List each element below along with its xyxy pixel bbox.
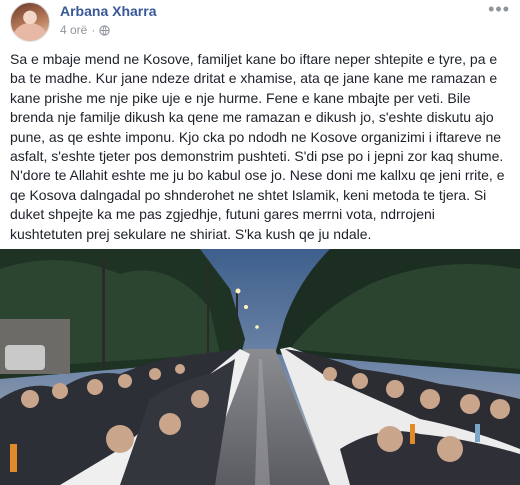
meta-separator: · [91,23,96,37]
globe-icon[interactable] [99,24,110,36]
post-photo[interactable] [0,249,520,485]
post-header: Arbana Xharra 4 orë · ••• [0,0,520,44]
post-text: Sa e mbaje mend ne Kosove, familjet kane… [10,51,505,242]
street-iftar-image [0,249,520,485]
post-time[interactable]: 4 orë [60,23,87,37]
author-name[interactable]: Arbana Xharra [60,3,156,19]
avatar[interactable] [10,2,50,42]
post-meta: 4 orë · [60,23,110,37]
facebook-post: Arbana Xharra 4 orë · ••• Sa e mbaje men… [0,0,520,485]
more-icon[interactable]: ••• [488,0,510,18]
